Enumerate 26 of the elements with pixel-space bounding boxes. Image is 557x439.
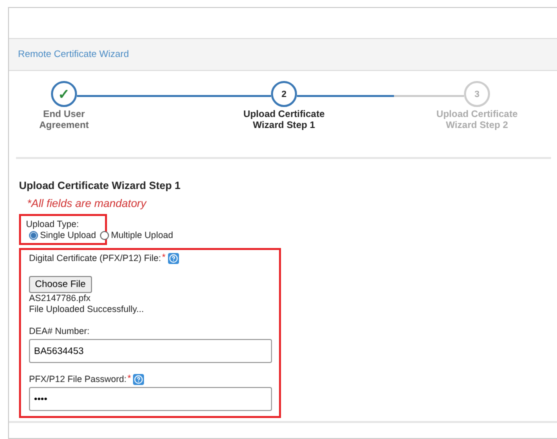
password-field[interactable]: ••••: [29, 387, 272, 411]
file-name: AS2147786.pfx: [29, 293, 91, 304]
step-label: Upload Certificate Wizard Step 2: [435, 109, 519, 131]
required-mark: *: [162, 253, 166, 262]
file-label: Digital Certificate (PFX/P12) File:: [29, 253, 162, 264]
upload-type-option[interactable]: Single Upload: [29, 230, 96, 240]
dea-number-label: DEA# Number:: [29, 326, 90, 337]
required-mark: *: [128, 374, 132, 383]
step-label: Upload Certificate Wizard Step 1: [242, 109, 326, 131]
step-label: End User Agreement: [38, 109, 90, 131]
step-marker: 2: [271, 81, 297, 107]
upload-type-label: Upload Type:: [26, 219, 80, 230]
wizard-title: Remote Certificate Wizard: [18, 49, 129, 60]
dea-number-field[interactable]: BA5634453: [29, 339, 272, 363]
mandatory-notice: *All fields are mandatory: [27, 198, 148, 210]
radio-button[interactable]: [100, 230, 110, 240]
help-icon[interactable]: [133, 374, 144, 385]
radio-button[interactable]: [29, 230, 38, 240]
upload-type-option[interactable]: Multiple Upload: [100, 230, 174, 240]
password-label: PFX/P12 File Password:: [29, 374, 127, 385]
step-marker: 3: [464, 81, 490, 107]
upload-status: File Uploaded Successfully...: [29, 304, 144, 315]
help-icon[interactable]: [168, 253, 179, 264]
form-heading: Upload Certificate Wizard Step 1: [19, 180, 182, 192]
choose-file-button[interactable]: Choose File: [29, 276, 92, 293]
step-marker: ✓: [51, 81, 77, 107]
